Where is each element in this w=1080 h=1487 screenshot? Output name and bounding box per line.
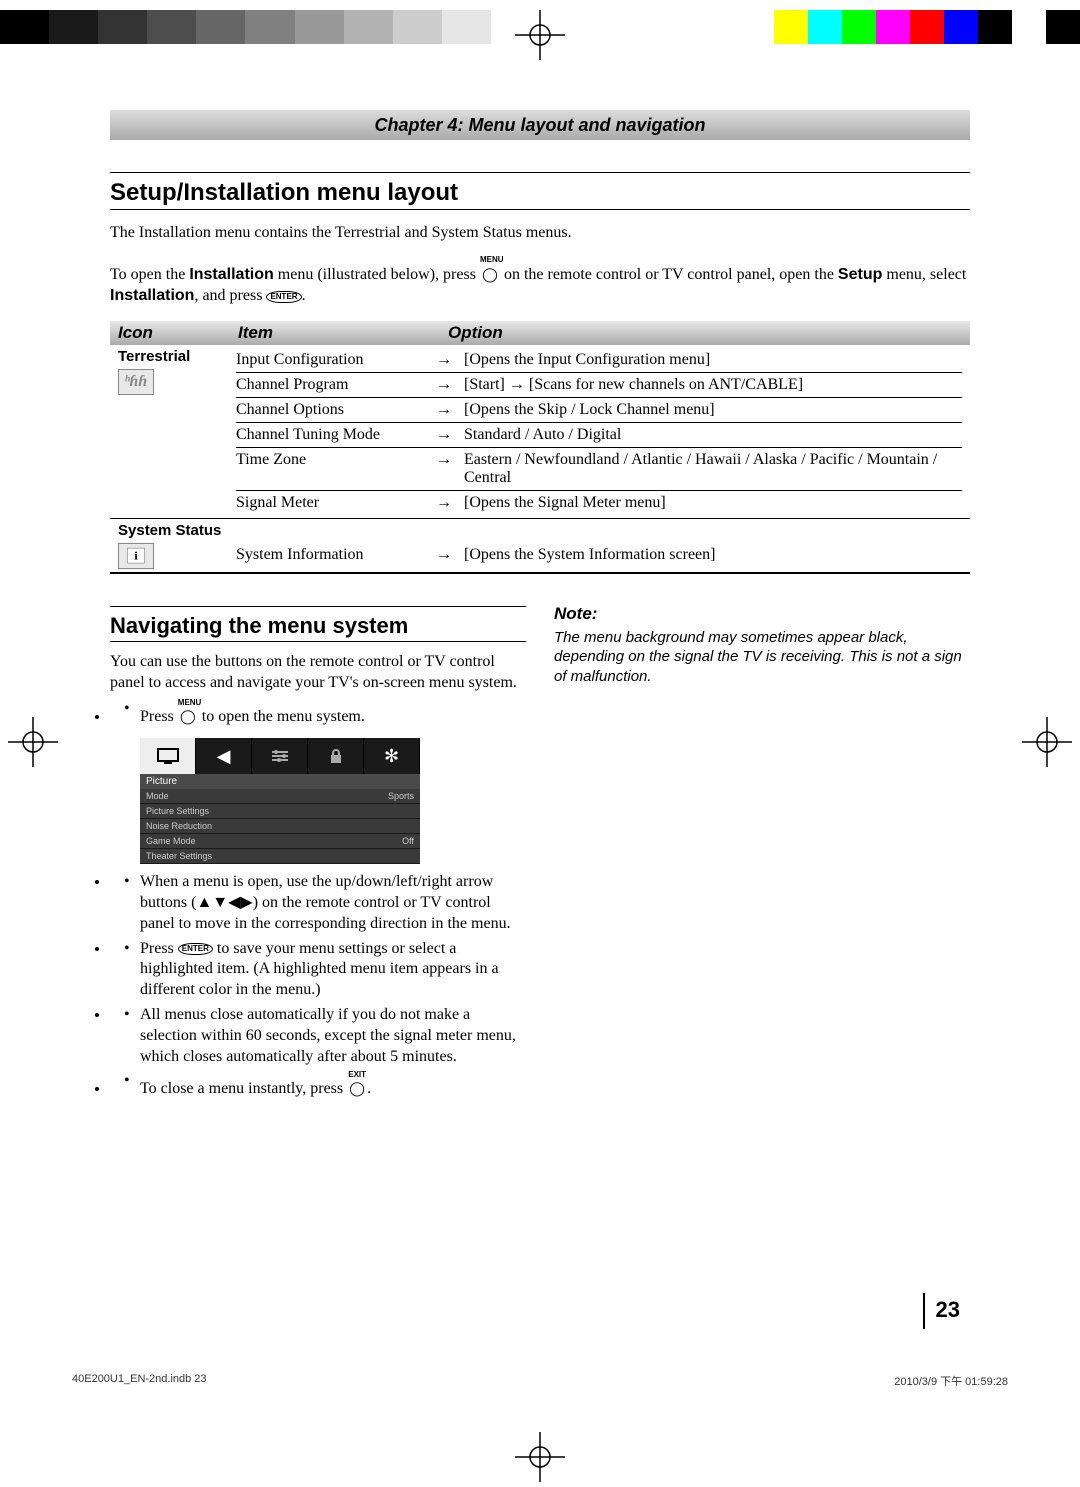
arrow-icon: →	[436, 546, 464, 564]
osd-row: Theater Settings	[140, 849, 420, 864]
table-header-icon: Icon	[118, 323, 238, 343]
intro-line-1: The Installation menu contains the Terre…	[110, 222, 970, 244]
osd-tab-sliders	[252, 738, 308, 774]
note-heading: Note:	[554, 604, 970, 624]
osd-row: ModeSports	[140, 789, 420, 804]
footer-left: 40E200U1_EN-2nd.indb 23	[72, 1373, 207, 1385]
page-content: Setup/Installation menu layout The Insta…	[110, 170, 970, 1100]
registration-mark-left	[8, 717, 58, 767]
menu-button-icon: MENU◯	[178, 699, 198, 728]
table-row: Time Zone	[236, 451, 436, 487]
page-number-separator	[923, 1293, 925, 1329]
arrow-icon: →	[436, 351, 464, 369]
intro-line-2: To open the Installation menu (illustrat…	[110, 256, 970, 307]
table-row: [Opens the Signal Meter menu]	[464, 494, 962, 512]
table-row: Eastern / Newfoundland / Atlantic / Hawa…	[464, 451, 962, 487]
list-item: When a menu is open, use the up/down/lef…	[110, 872, 526, 934]
list-item: To close a menu instantly, press EXIT◯.	[110, 1071, 526, 1100]
page-number: 23	[936, 1297, 960, 1323]
system-status-label: System Status	[118, 522, 221, 539]
footer-right: 2010/3/9 下午 01:59:28	[894, 1373, 1008, 1389]
registration-mark-bottom	[515, 1432, 565, 1482]
osd-row: Noise Reduction	[140, 819, 420, 834]
osd-tab-sound: ◀	[196, 738, 252, 774]
chapter-title: Chapter 4: Menu layout and navigation	[110, 110, 970, 140]
table-row: Input Configuration	[236, 351, 436, 369]
table-row: [Opens the Input Configuration menu]	[464, 351, 962, 369]
antenna-icon: ʰɦɦ	[118, 369, 154, 395]
table-row: Channel Tuning Mode	[236, 426, 436, 444]
enter-button-icon: ENTER	[178, 943, 213, 955]
osd-row: Game ModeOff	[140, 834, 420, 849]
table-header-item: Item	[238, 323, 448, 343]
list-item: Press MENU◯ to open the menu system.	[110, 699, 526, 728]
osd-screenshot: ◀ ✻ Picture ModeSportsPicture SettingsNo…	[140, 738, 420, 864]
osd-group-label: Picture	[140, 774, 420, 789]
table-row: Standard / Auto / Digital	[464, 426, 962, 444]
registration-mark-top	[515, 10, 565, 60]
note-body: The menu background may sometimes appear…	[554, 628, 970, 687]
section-heading-2: Navigating the menu system	[110, 613, 526, 639]
list-item: Press ENTER to save your menu settings o…	[110, 939, 526, 1001]
table-row: Channel Program	[236, 376, 436, 394]
arrow-icon: →	[436, 401, 464, 419]
arrow-icon: →	[436, 376, 464, 394]
table-row: Channel Options	[236, 401, 436, 419]
osd-row: Picture Settings	[140, 804, 420, 819]
list-item: All menus close automatically if you do …	[110, 1005, 526, 1067]
terrestrial-label: Terrestrial	[118, 348, 190, 365]
arrow-icon: →	[436, 426, 464, 444]
info-icon	[118, 543, 154, 569]
osd-tab-picture	[140, 738, 196, 774]
nav-paragraph: You can use the buttons on the remote co…	[110, 652, 526, 694]
osd-tab-setup: ✻	[364, 738, 420, 774]
table-row: System Information	[236, 546, 436, 564]
table-row: [Start] → [Scans for new channels on ANT…	[464, 376, 962, 394]
table-row: [Opens the Skip / Lock Channel menu]	[464, 401, 962, 419]
table-row: [Opens the System Information screen]	[464, 546, 962, 564]
osd-tab-lock	[308, 738, 364, 774]
menu-button-icon: MENU◯	[480, 256, 500, 286]
arrow-icon: →	[436, 494, 464, 512]
installation-menu-table: Icon Item Option Terrestrial ʰɦɦ Input C…	[110, 321, 970, 574]
table-header-option: Option	[448, 323, 962, 343]
section-heading-1: Setup/Installation menu layout	[110, 179, 970, 207]
table-row: Signal Meter	[236, 494, 436, 512]
registration-mark-right	[1022, 717, 1072, 767]
arrow-icon: →	[436, 451, 464, 487]
exit-button-icon: EXIT◯	[347, 1071, 367, 1100]
enter-button-icon: ENTER	[266, 291, 301, 303]
